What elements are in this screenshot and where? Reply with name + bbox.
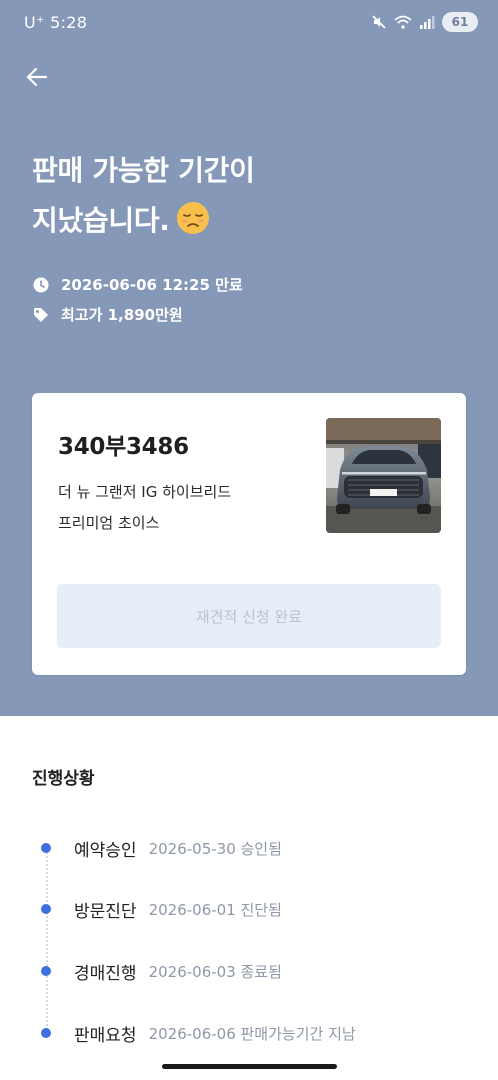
- timeline-step-detail: 2026-06-01 진단됨: [148, 900, 282, 919]
- hero-section: U⁺ 5:28 61 판매 가능한 기간이 지났습니다. 2026-06-06 …: [0, 0, 498, 716]
- reestimate-request-button[interactable]: 재견적 신청 완료: [57, 584, 441, 648]
- status-bar: U⁺ 5:28 61: [0, 0, 498, 46]
- car-model-line2: 프리미엄 초이스: [58, 514, 160, 532]
- timeline-step: 방문진단 2026-06-01 진단됨: [41, 896, 282, 922]
- timeline-step: 예약승인 2026-05-30 승인됨: [41, 835, 282, 861]
- timeline-dot: [41, 966, 51, 976]
- timeline-step-label: 판매요청: [74, 1025, 137, 1046]
- page-title-line1: 판매 가능한 기간이: [32, 154, 255, 187]
- timeline-dot: [41, 843, 51, 853]
- timeline-dot: [41, 1028, 51, 1038]
- battery-indicator: 61: [442, 12, 478, 32]
- timeline-step-detail: 2026-05-30 승인됨: [148, 839, 282, 858]
- car-photo: [326, 418, 441, 533]
- status-icons: 61: [371, 12, 478, 32]
- tag-icon: [34, 307, 48, 322]
- timeline-step-label: 경매진행: [74, 963, 137, 984]
- car-plate-number: 340부3486: [58, 434, 189, 460]
- wifi-icon: [394, 15, 412, 29]
- status-time: U⁺ 5:28: [24, 13, 88, 32]
- timeline-step-detail: 2026-06-03 종료됨: [148, 962, 282, 981]
- timeline-step-label: 방문진단: [74, 901, 137, 922]
- car-model-line1: 더 뉴 그랜저 IG 하이브리드: [58, 483, 232, 501]
- top-price-text: 최고가 1,890만원: [61, 306, 183, 324]
- expiry-row: 2026-06-06 12:25 만료: [33, 274, 243, 295]
- car-card: 340부3486 더 뉴 그랜저 IG 하이브리드 프리미엄 초이스 재견적 신…: [32, 393, 466, 675]
- home-indicator[interactable]: [162, 1064, 337, 1069]
- page-title: 판매 가능한 기간이 지났습니다.: [32, 146, 255, 246]
- signal-icon: [420, 16, 435, 29]
- battery-level: 61: [451, 15, 469, 29]
- page-title-line2: 지났습니다.: [32, 204, 170, 237]
- top-price-row: 최고가 1,890만원: [33, 304, 183, 325]
- timeline-dot: [41, 904, 51, 914]
- timeline-step-label: 예약승인: [74, 840, 137, 861]
- mute-icon: [372, 15, 386, 29]
- timeline-step-detail: 2026-06-06 판매가능기간 지남: [148, 1024, 356, 1043]
- page-title-line2-wrap: 지났습니다.: [32, 196, 255, 246]
- timeline-line: [46, 848, 48, 1034]
- expiry-text: 2026-06-06 12:25 만료: [61, 276, 243, 294]
- timeline-step: 판매요청 2026-06-06 판매가능기간 지남: [41, 1020, 356, 1046]
- sad-face-emoji: [176, 202, 209, 234]
- back-button[interactable]: [22, 62, 52, 92]
- back-arrow-icon: [26, 67, 48, 87]
- progress-title: 진행상황: [32, 769, 95, 789]
- clock-icon: [33, 277, 49, 292]
- timeline-step: 경매진행 2026-06-03 종료됨: [41, 958, 282, 984]
- car-model: 더 뉴 그랜저 IG 하이브리드 프리미엄 초이스: [58, 477, 231, 539]
